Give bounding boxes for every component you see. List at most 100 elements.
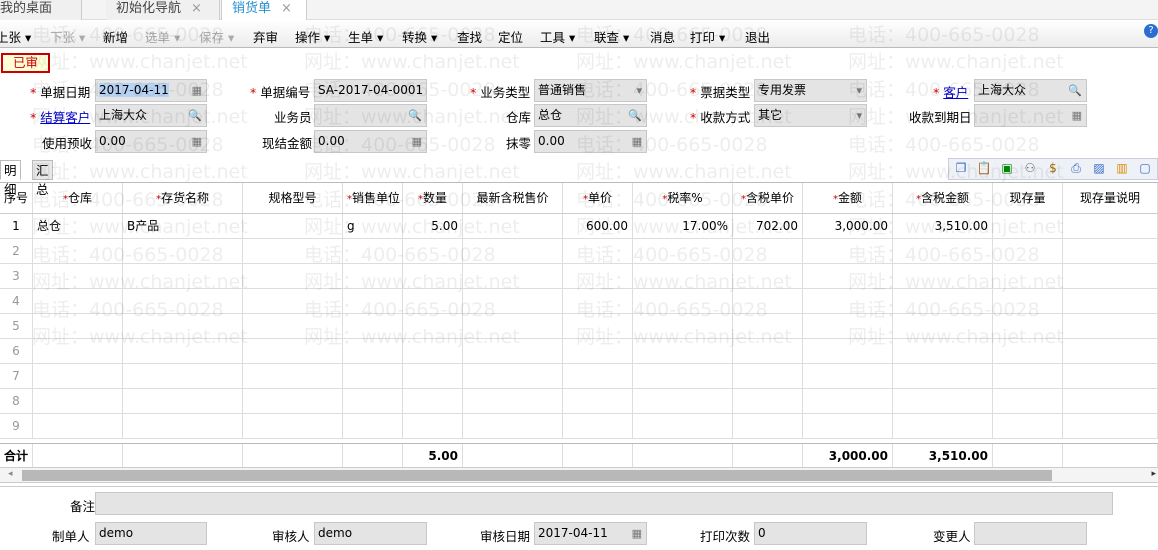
grid-cell[interactable] xyxy=(123,414,243,438)
grid-cell[interactable] xyxy=(633,239,733,263)
grid-cell[interactable] xyxy=(463,314,563,338)
grid-cell[interactable]: 2 xyxy=(0,239,33,263)
grid-cell[interactable]: 3,000.00 xyxy=(803,214,893,238)
table-row[interactable]: 1 总仓 B产品 g 5.00 600.00 17.00% 702.00 3,000.00 3,5… xyxy=(0,214,1158,239)
grid-cell[interactable] xyxy=(123,314,243,338)
grid-cell[interactable] xyxy=(993,314,1063,338)
grid-cell[interactable] xyxy=(463,414,563,438)
image-search-icon[interactable]: ▨ xyxy=(1091,161,1107,177)
horizontal-scrollbar[interactable]: ◂ ▸ xyxy=(0,467,1158,483)
grid-cell[interactable]: 合计 xyxy=(0,444,33,467)
grid-cell[interactable] xyxy=(633,389,733,413)
grid-cell[interactable]: 8 xyxy=(0,389,33,413)
grid-cell[interactable] xyxy=(403,364,463,388)
use-prepay-input[interactable]: 0.00 ▦ xyxy=(95,130,207,153)
grid-cell[interactable] xyxy=(803,364,893,388)
calendar-icon[interactable]: ▦ xyxy=(192,80,202,101)
toolbar-button[interactable]: 消息 xyxy=(650,27,675,46)
grid-cell[interactable] xyxy=(403,314,463,338)
grid-cell[interactable] xyxy=(403,289,463,313)
grid-cell[interactable] xyxy=(403,389,463,413)
grid-cell[interactable] xyxy=(633,264,733,288)
grid-cell[interactable] xyxy=(463,239,563,263)
calculator-icon[interactable]: ▦ xyxy=(192,131,202,152)
grid-cell[interactable] xyxy=(563,414,633,438)
customer-label[interactable]: * 客户 xyxy=(933,82,968,101)
grid-cell[interactable] xyxy=(633,444,733,467)
grid-cell[interactable] xyxy=(403,339,463,363)
grid-cell[interactable] xyxy=(733,314,803,338)
grid-cell[interactable] xyxy=(463,389,563,413)
help-icon[interactable]: ? xyxy=(1144,24,1158,38)
grid-cell[interactable] xyxy=(733,414,803,438)
grid-cell[interactable] xyxy=(243,289,343,313)
search-icon[interactable]: 🔍 xyxy=(408,105,422,126)
doc-no-input[interactable]: SA-2017-04-0001 xyxy=(314,79,427,102)
grid-cell[interactable] xyxy=(733,364,803,388)
grid-cell[interactable]: 4 xyxy=(0,289,33,313)
toolbar-button[interactable]: 联查 ▾ xyxy=(594,27,629,46)
rounding-input[interactable]: 0.00 ▦ xyxy=(534,130,647,153)
maker-input[interactable]: demo xyxy=(95,522,207,545)
grid-cell[interactable]: 17.00% xyxy=(633,214,733,238)
grid-cell[interactable] xyxy=(33,314,123,338)
changer-input[interactable] xyxy=(974,522,1087,545)
grid-cell[interactable] xyxy=(243,364,343,388)
toolbar-button[interactable]: 查找 xyxy=(457,27,482,46)
grid-cell[interactable] xyxy=(1063,314,1158,338)
grid-cell[interactable] xyxy=(563,289,633,313)
grid-cell[interactable] xyxy=(243,389,343,413)
biz-type-select[interactable]: 普通销售 ▾ xyxy=(534,79,647,102)
grid-cell[interactable]: 3 xyxy=(0,264,33,288)
grid-cell[interactable]: 3,510.00 xyxy=(893,214,993,238)
copy-icon[interactable]: ❐ xyxy=(953,161,969,177)
excel-export-icon[interactable]: ▣ xyxy=(999,161,1015,177)
grid-cell[interactable] xyxy=(733,389,803,413)
grid-cell[interactable] xyxy=(33,289,123,313)
grid-cell[interactable] xyxy=(33,414,123,438)
grid-cell[interactable] xyxy=(1063,389,1158,413)
grid-cell[interactable]: 7 xyxy=(0,364,33,388)
grid-cell[interactable]: 1 xyxy=(0,214,33,238)
grid-cell[interactable] xyxy=(893,389,993,413)
grid-cell[interactable] xyxy=(343,339,403,363)
grid-cell[interactable] xyxy=(243,214,343,238)
grid-cell[interactable] xyxy=(803,414,893,438)
toolbar-button[interactable]: 下张 ▾ xyxy=(50,27,85,46)
toolbar-button[interactable]: 打印 ▾ xyxy=(690,27,725,46)
settle-customer-label[interactable]: * 结算客户 xyxy=(30,107,90,126)
scroll-left-icon[interactable]: ◂ xyxy=(8,469,13,479)
remark-input[interactable] xyxy=(95,492,1113,515)
grid-cell[interactable] xyxy=(893,289,993,313)
grid-cell[interactable]: 5 xyxy=(0,314,33,338)
grid-cell[interactable] xyxy=(993,414,1063,438)
calendar-icon[interactable]: ▦ xyxy=(632,523,642,544)
toolbar-button[interactable]: 弃审 xyxy=(253,27,278,46)
grid-cell[interactable] xyxy=(733,339,803,363)
close-icon[interactable]: × xyxy=(281,1,292,16)
grid-cell[interactable] xyxy=(733,264,803,288)
calendar-icon[interactable]: ▦ xyxy=(1072,105,1082,126)
users-icon[interactable]: ⚇ xyxy=(1022,161,1038,177)
toolbar-button[interactable]: 选单 ▾ xyxy=(145,27,180,46)
tab-detail[interactable]: 明细 xyxy=(0,160,21,197)
grid-cell[interactable] xyxy=(1063,264,1158,288)
grid-cell[interactable] xyxy=(563,389,633,413)
grid-cell[interactable] xyxy=(33,264,123,288)
grid-cell[interactable] xyxy=(893,364,993,388)
audit-date-input[interactable]: 2017-04-11 ▦ xyxy=(534,522,647,545)
grid-cell[interactable] xyxy=(243,239,343,263)
grid-cell[interactable] xyxy=(893,414,993,438)
search-icon[interactable]: 🔍 xyxy=(1068,80,1082,101)
tab-my-desktop[interactable]: 我的桌面 xyxy=(0,0,82,20)
table-row[interactable]: 8 xyxy=(0,389,1158,414)
table-row[interactable]: 7 xyxy=(0,364,1158,389)
grid-cell[interactable] xyxy=(243,314,343,338)
toolbar-button[interactable]: 操作 ▾ xyxy=(295,27,330,46)
due-date-input[interactable]: ▦ xyxy=(974,104,1087,127)
grid-cell[interactable] xyxy=(1063,339,1158,363)
grid-cell[interactable] xyxy=(1063,444,1158,467)
grid-cell[interactable] xyxy=(803,239,893,263)
save-layout-icon[interactable]: ▢ xyxy=(1137,161,1153,177)
grid-cell[interactable] xyxy=(463,339,563,363)
